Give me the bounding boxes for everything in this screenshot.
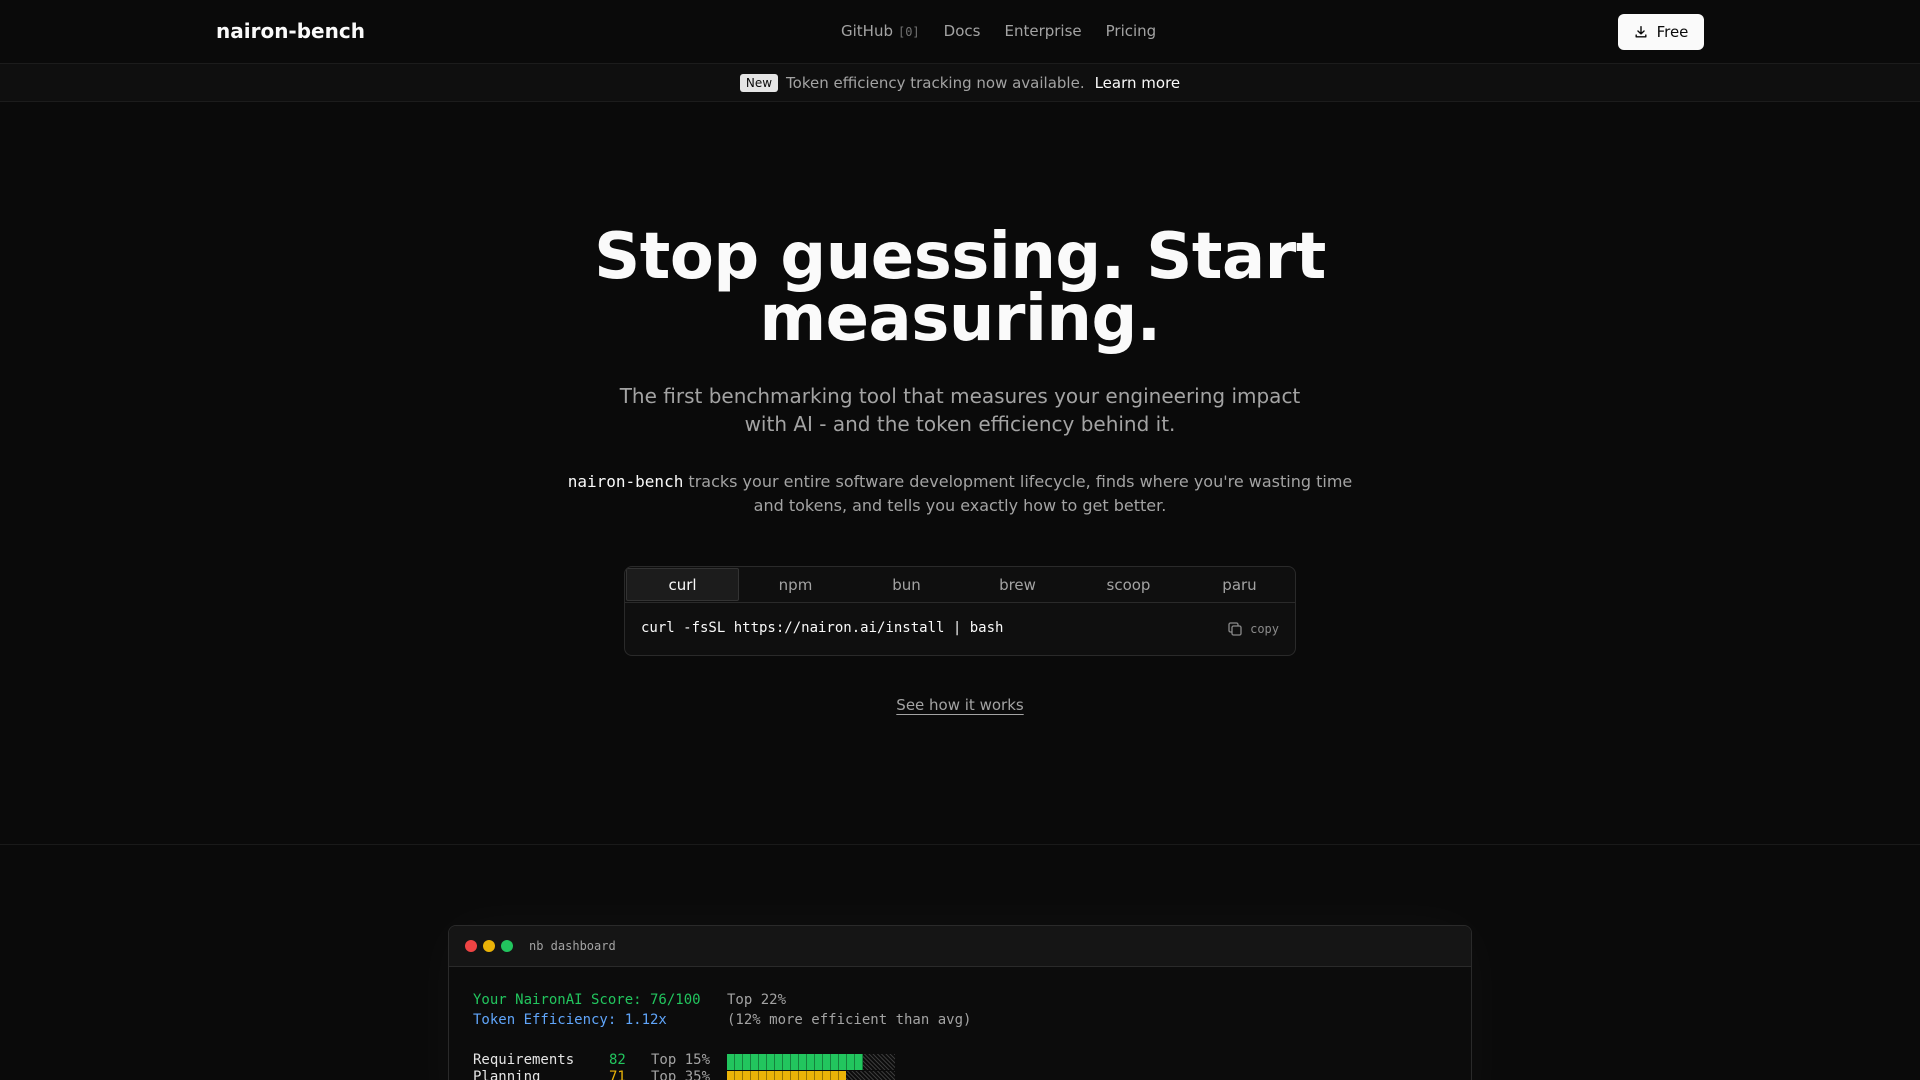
announcement-text: Token efficiency tracking now available. [786,73,1085,92]
row-score-bar-empty [863,1054,895,1070]
nav-link-pricing[interactable]: Pricing [1106,22,1157,40]
row-score: 82 [609,1052,626,1068]
score-line: Your NaironAI Score: 76/100 [473,992,701,1008]
tab-curl[interactable]: curl [626,568,739,601]
row-rank: Top 15% [651,1052,711,1068]
row-score-bar [727,1054,895,1070]
row-score-bar-fill [727,1071,846,1080]
row-label: Requirements [473,1052,575,1068]
close-dot-icon [465,940,477,952]
new-badge: New [739,73,779,92]
install-command-row: curl -fsSL https://nairon.ai/install | b… [625,603,1295,655]
hero-subtitle: The first benchmarking tool that measure… [619,384,1301,436]
terminal-window: nb dashboard Your NaironAI Score: 76/100… [448,925,1472,1080]
row-score-bar-fill [727,1054,863,1070]
row-score-bar [727,1071,895,1080]
row-label: Planning [473,1069,541,1080]
nav-link-enterprise[interactable]: Enterprise [1004,22,1081,40]
install-tabs: curl npm bun brew scoop paru [625,567,1295,603]
hero-title-line-1: Stop guessing. Start [594,220,1326,294]
tab-brew[interactable]: brew [962,567,1073,602]
hero-title-line-2: measuring. [759,282,1161,356]
score-rank: Top 22% [727,992,787,1008]
copy-icon [1228,622,1242,636]
copy-button[interactable]: copy [1227,621,1279,637]
hero-description-text: tracks your entire software development … [683,472,1353,515]
row-rank: Top 35% [651,1069,711,1080]
free-download-button[interactable]: Free [1618,14,1704,50]
install-box: curl npm bun brew scoop paru curl -fsSL … [624,566,1296,656]
nav-links: GitHub [0] Docs Enterprise Pricing [841,22,1156,40]
maximize-dot-icon [501,940,513,952]
minimize-dot-icon [483,940,495,952]
hero-title: Stop guessing. Start measuring. [0,220,1920,356]
github-star-count: [0] [897,25,920,39]
free-button-label: Free [1656,23,1689,41]
copy-label: copy [1250,622,1279,636]
learn-more-link[interactable]: Learn more [1095,74,1181,92]
section-divider [0,844,1920,845]
nav-link-github-label: GitHub [841,22,893,40]
brand-logo[interactable]: nairon-bench [216,19,365,43]
install-command[interactable]: curl -fsSL https://nairon.ai/install | b… [641,620,1003,636]
efficiency-line: Token Efficiency: 1.12x [473,1012,667,1028]
hero-description: nairon-bench tracks your entire software… [560,470,1360,518]
tab-npm[interactable]: npm [740,567,851,602]
tab-paru[interactable]: paru [1184,567,1295,602]
efficiency-note: (12% more efficient than avg) [727,1012,972,1028]
tab-bun[interactable]: bun [851,567,962,602]
row-score-bar-empty [846,1071,895,1080]
row-score: 71 [609,1069,626,1080]
see-how-link[interactable]: See how it works [896,696,1023,714]
terminal-titlebar: nb dashboard [449,926,1471,967]
product-name-code: nairon-bench [567,472,684,491]
download-icon [1635,26,1647,38]
see-how-container: See how it works [0,696,1920,714]
top-nav: nairon-bench GitHub [0] Docs Enterprise P… [0,0,1920,64]
nav-link-docs[interactable]: Docs [944,22,981,40]
terminal-title: nb dashboard [529,939,616,953]
tab-scoop[interactable]: scoop [1073,567,1184,602]
nav-link-github[interactable]: GitHub [0] [841,22,920,40]
announcement-bar: New Token efficiency tracking now availa… [0,64,1920,102]
